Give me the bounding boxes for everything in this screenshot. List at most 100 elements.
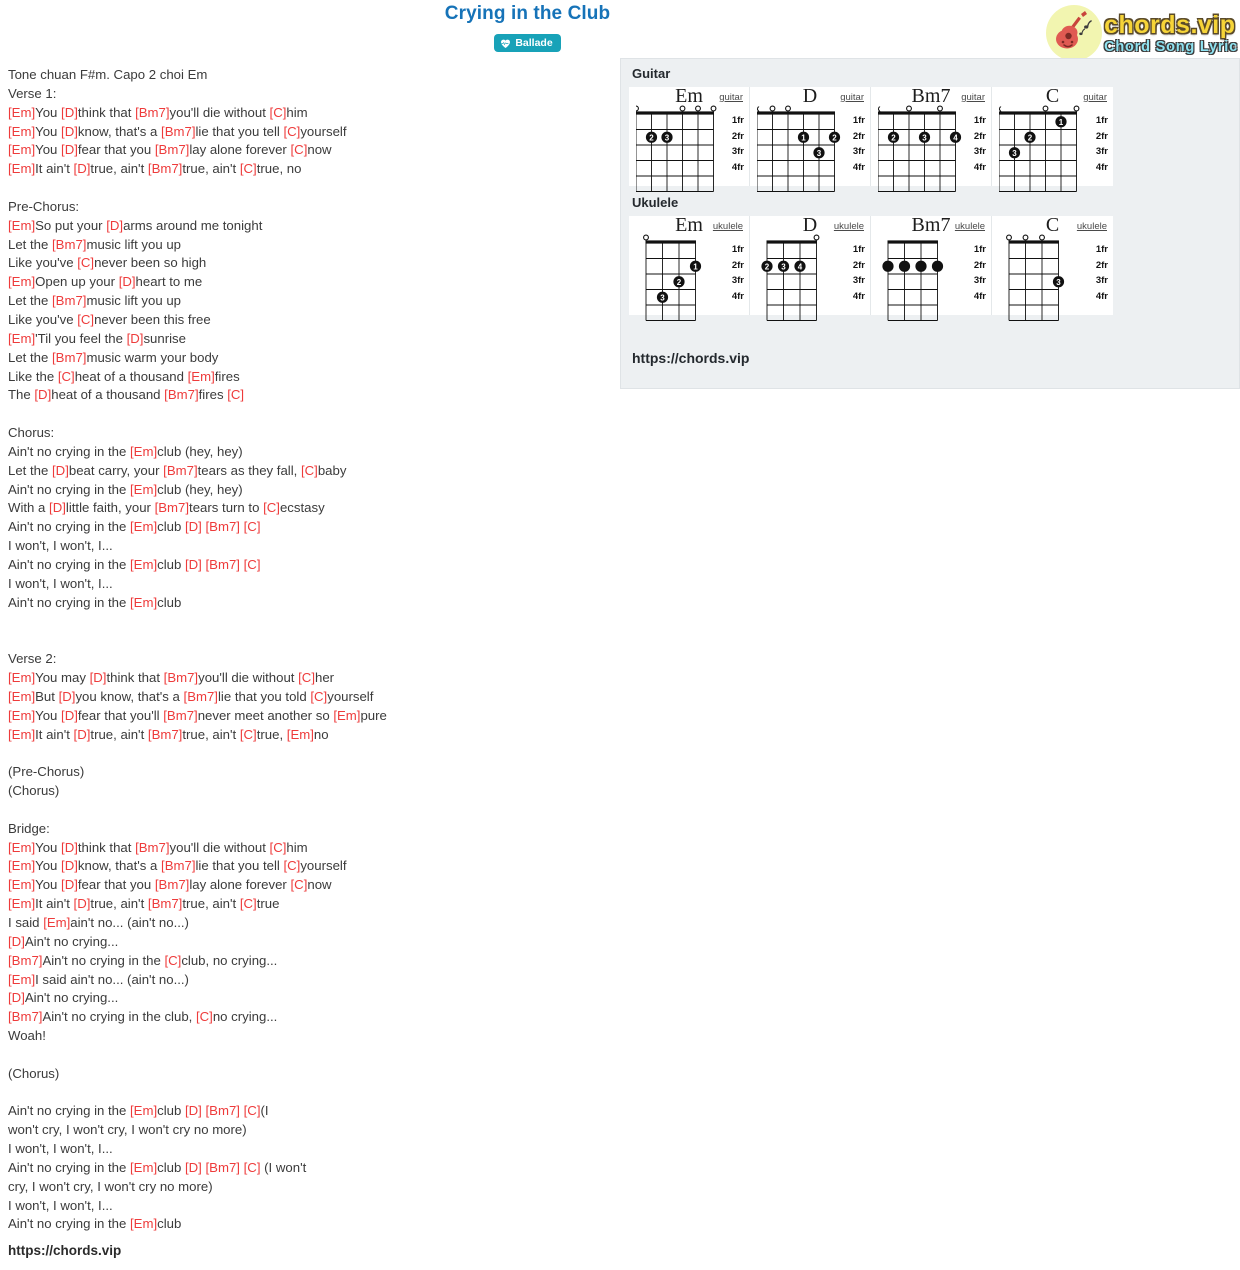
chord-token[interactable]: [Em] — [43, 915, 70, 930]
chord-token[interactable]: [D] — [127, 331, 144, 346]
chord-token[interactable]: [D] — [185, 519, 202, 534]
chord-token[interactable]: [Bm7] — [8, 953, 42, 968]
chord-token[interactable]: [Em] — [287, 727, 314, 742]
chord-token[interactable]: [C] — [244, 557, 261, 572]
chord-instrument-label[interactable]: ukulele — [955, 221, 985, 232]
chord-token[interactable]: [Bm7] — [206, 1160, 240, 1175]
chord-token[interactable]: [D] — [61, 858, 78, 873]
chord-token[interactable]: [Em] — [130, 1160, 157, 1175]
footer-url[interactable]: https://chords.vip — [8, 1243, 121, 1258]
chord-token[interactable]: [Em] — [8, 670, 35, 685]
chord-token[interactable]: [Bm7] — [206, 1103, 240, 1118]
chord-instrument-label[interactable]: guitar — [840, 92, 864, 103]
chord-token[interactable]: [Em] — [8, 274, 35, 289]
chord-token[interactable]: [Em] — [130, 1216, 157, 1231]
chord-token[interactable]: [Bm7] — [155, 500, 189, 515]
chord-token[interactable]: [C] — [244, 519, 261, 534]
panel-url[interactable]: https://chords.vip — [632, 350, 749, 366]
chord-token[interactable]: [Em] — [130, 519, 157, 534]
chord-token[interactable]: [Em] — [8, 161, 35, 176]
chord-token[interactable]: [C] — [227, 387, 244, 402]
chord-token[interactable]: [C] — [244, 1160, 261, 1175]
chord-token[interactable]: [D] — [59, 689, 76, 704]
chord-token[interactable]: [Bm7] — [161, 858, 195, 873]
chord-token[interactable]: [Bm7] — [148, 727, 182, 742]
chord-token[interactable]: [Bm7] — [148, 161, 182, 176]
chord-token[interactable]: [C] — [270, 105, 287, 120]
chord-token[interactable]: [C] — [301, 463, 318, 478]
chord-token[interactable]: [D] — [49, 500, 66, 515]
chord-token[interactable]: [Bm7] — [135, 105, 169, 120]
chord-token[interactable]: [C] — [263, 500, 280, 515]
chord-token[interactable]: [Em] — [8, 877, 35, 892]
chord-token[interactable]: [D] — [74, 896, 91, 911]
chord-token[interactable]: [Em] — [130, 482, 157, 497]
chord-token[interactable]: [Bm7] — [161, 124, 195, 139]
chord-token[interactable]: [D] — [61, 142, 78, 157]
chord-token[interactable]: [Em] — [8, 142, 35, 157]
chord-token[interactable]: [C] — [164, 953, 181, 968]
chord-token[interactable]: [D] — [52, 463, 69, 478]
chord-card[interactable]: Em ukulele 1 2 3 1fr 2fr 3fr 4fr — [629, 214, 750, 321]
chord-token[interactable]: [Em] — [130, 595, 157, 610]
chord-token[interactable]: [Em] — [8, 972, 35, 987]
chord-token[interactable]: [C] — [270, 840, 287, 855]
chord-token[interactable]: [Bm7] — [184, 689, 218, 704]
chord-token[interactable]: [Bm7] — [164, 670, 198, 685]
chord-token[interactable]: [D] — [119, 274, 136, 289]
chord-token[interactable]: [D] — [74, 161, 91, 176]
chord-token[interactable]: [Em] — [8, 858, 35, 873]
chord-token[interactable]: [Bm7] — [52, 293, 86, 308]
chord-token[interactable]: [C] — [240, 727, 257, 742]
chord-token[interactable]: [Bm7] — [164, 387, 198, 402]
chord-token[interactable]: [C] — [240, 896, 257, 911]
chord-token[interactable]: [D] — [185, 1103, 202, 1118]
chord-token[interactable]: [D] — [185, 557, 202, 572]
chord-token[interactable]: [Em] — [188, 369, 215, 384]
chord-instrument-label[interactable]: guitar — [719, 92, 743, 103]
chord-token[interactable]: [Em] — [8, 708, 35, 723]
chord-token[interactable]: [D] — [90, 670, 107, 685]
chord-token[interactable]: [Em] — [8, 727, 35, 742]
chord-token[interactable]: [Bm7] — [155, 142, 189, 157]
chord-token[interactable]: [Bm7] — [206, 519, 240, 534]
chord-token[interactable]: [D] — [61, 877, 78, 892]
chord-instrument-label[interactable]: guitar — [1083, 92, 1107, 103]
chord-token[interactable]: [Bm7] — [163, 463, 197, 478]
chord-token[interactable]: [Em] — [8, 105, 35, 120]
chord-card[interactable]: Bm7 ukulele 1fr 2fr 3fr 4fr — [871, 214, 992, 321]
chord-token[interactable]: [C] — [244, 1103, 261, 1118]
chord-token[interactable]: [D] — [74, 727, 91, 742]
chord-token[interactable]: [Em] — [8, 896, 35, 911]
chord-token[interactable]: [Em] — [8, 124, 35, 139]
chord-token[interactable]: [C] — [77, 312, 94, 327]
chord-token[interactable]: [C] — [240, 161, 257, 176]
chord-card[interactable]: Dukulele 2 3 4 1fr 2fr 3fr 4fr — [750, 214, 871, 321]
chord-token[interactable]: [Bm7] — [163, 708, 197, 723]
chord-token[interactable]: [Em] — [8, 840, 35, 855]
chord-token[interactable]: [Bm7] — [148, 896, 182, 911]
chord-token[interactable]: [Bm7] — [52, 350, 86, 365]
chord-token[interactable]: [D] — [185, 1160, 202, 1175]
chord-token[interactable]: [D] — [61, 840, 78, 855]
chord-card[interactable]: Em guitar 2 3 1fr 2fr 3fr 4fr — [629, 85, 750, 192]
chord-token[interactable]: [Em] — [8, 689, 35, 704]
chord-token[interactable]: [Em] — [8, 331, 35, 346]
chord-instrument-label[interactable]: ukulele — [1077, 221, 1107, 232]
chord-token[interactable]: [C] — [298, 670, 315, 685]
chord-token[interactable]: [C] — [283, 124, 300, 139]
chord-token[interactable]: [Em] — [130, 444, 157, 459]
chord-token[interactable]: [Em] — [130, 1103, 157, 1118]
chord-card[interactable]: Cguitarx1231fr2fr3fr4fr — [992, 85, 1113, 192]
chord-token[interactable]: [D] — [61, 124, 78, 139]
chord-card[interactable]: Bm7guitarx2341fr2fr3fr4fr — [871, 85, 992, 192]
chord-token[interactable]: [C] — [310, 689, 327, 704]
site-logo[interactable]: chords.vip Chord Song Lyric — [1046, 4, 1238, 62]
chord-token[interactable]: [Em] — [130, 557, 157, 572]
chord-token[interactable]: [D] — [61, 105, 78, 120]
chord-token[interactable]: [D] — [8, 990, 25, 1005]
chord-token[interactable]: [C] — [291, 877, 308, 892]
chord-token[interactable]: [C] — [77, 255, 94, 270]
chord-token[interactable]: [C] — [291, 142, 308, 157]
chord-instrument-label[interactable]: ukulele — [713, 221, 743, 232]
